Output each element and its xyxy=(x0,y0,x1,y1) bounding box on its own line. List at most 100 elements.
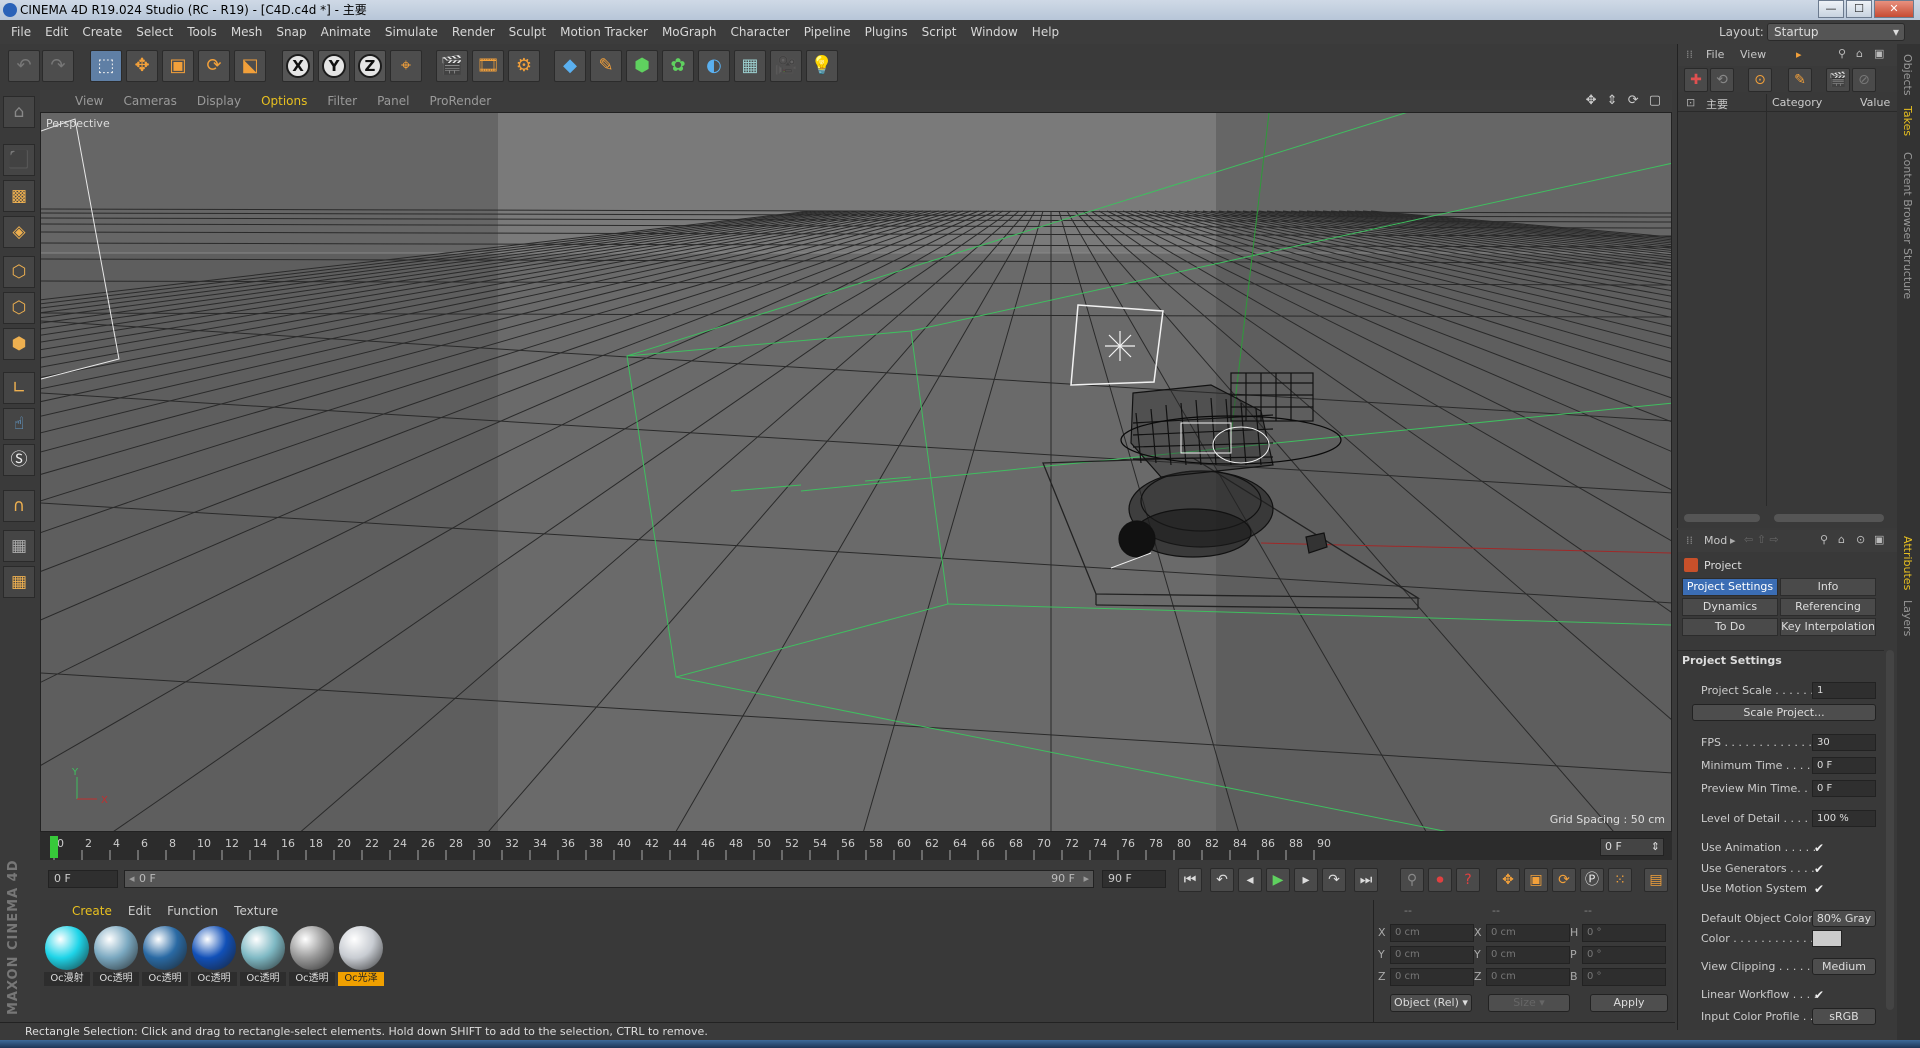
maximize-button[interactable]: ☐ xyxy=(1846,0,1872,18)
viewport-menu-cameras[interactable]: Cameras xyxy=(113,94,186,108)
y-axis-lock-button[interactable]: Y xyxy=(318,50,350,82)
attribute-dropdown[interactable]: Medium xyxy=(1812,958,1876,975)
menu-script[interactable]: Script xyxy=(915,20,964,44)
lock-icon[interactable]: ⌂ xyxy=(1856,47,1863,60)
polygons-mode-icon[interactable]: ⬢ xyxy=(3,328,35,360)
attribute-checkbox[interactable]: ✔ xyxy=(1814,862,1824,876)
take-render-icon[interactable]: 🎬 xyxy=(1826,68,1850,92)
subdivision-surface-icon[interactable]: ⬢ xyxy=(626,50,658,82)
timeline-window-icon[interactable]: ▤ xyxy=(1644,868,1668,892)
search-icon[interactable]: ⚲ xyxy=(1820,533,1828,546)
take-check-icon[interactable]: ⊡ xyxy=(1686,96,1695,109)
coord-rotation-field[interactable]: 0 ° xyxy=(1582,968,1666,986)
record-active-objects-icon[interactable]: ⚲ xyxy=(1400,868,1424,892)
material-item[interactable]: Oc透明 xyxy=(142,926,188,988)
menu-mesh[interactable]: Mesh xyxy=(224,20,270,44)
menu-help[interactable]: Help xyxy=(1025,20,1066,44)
close-button[interactable]: ✕ xyxy=(1874,0,1914,18)
tab-to-do[interactable]: To Do xyxy=(1682,618,1778,636)
material-menu-function[interactable]: Function xyxy=(159,904,226,918)
start-frame-field[interactable]: 0 F xyxy=(48,870,118,888)
material-item[interactable]: Oc光泽 xyxy=(338,926,384,988)
key-position-icon[interactable]: ✥ xyxy=(1496,868,1520,892)
tab-objects[interactable]: Objects xyxy=(1901,54,1914,96)
menu-render[interactable]: Render xyxy=(445,20,502,44)
texture-mode-icon[interactable]: ▩ xyxy=(3,180,35,212)
floor-icon[interactable]: ▦ xyxy=(734,50,766,82)
timeline-ruler[interactable]: 0 2 4 6 8 10 12 14 16 18 20 22 24 26 28 30 32 34 36 38 40 42 4… xyxy=(40,832,1672,860)
viewport-menu-filter[interactable]: Filter xyxy=(317,94,367,108)
edges-mode-icon[interactable]: ⬡ xyxy=(3,292,35,324)
keyframe-selection-icon[interactable]: ? xyxy=(1456,868,1480,892)
perspective-viewport[interactable]: Y X Perspective Grid Spacing : 50 cm xyxy=(40,112,1672,832)
menu-select[interactable]: Select xyxy=(129,20,180,44)
next-key-icon[interactable]: ↷ xyxy=(1322,868,1346,892)
menu-simulate[interactable]: Simulate xyxy=(378,20,445,44)
deformer-icon[interactable]: ◐ xyxy=(698,50,730,82)
settings-icon[interactable]: ⊙ xyxy=(1856,533,1865,546)
rectangle-select-icon[interactable]: ⬚ xyxy=(90,50,122,82)
tab-info[interactable]: Info xyxy=(1780,578,1876,596)
take-clone-icon[interactable]: ⟲ xyxy=(1710,68,1734,92)
viewport-menu-options[interactable]: Options xyxy=(251,94,317,108)
attribute-value-field[interactable]: 30 xyxy=(1812,734,1876,751)
menu-character[interactable]: Character xyxy=(723,20,796,44)
magnet-icon[interactable]: ∩ xyxy=(3,490,35,522)
coordinate-mode-dropdown[interactable]: Object (Rel) ▾ xyxy=(1390,994,1472,1012)
workplane-lock-icon[interactable]: ▦ xyxy=(3,530,35,562)
coord-rotation-field[interactable]: 0 ° xyxy=(1582,946,1666,964)
take-main-label[interactable]: 主要 xyxy=(1706,96,1728,112)
take-override-icon[interactable]: ⊙ xyxy=(1748,68,1772,92)
take-add-icon[interactable]: ✚ xyxy=(1684,68,1708,92)
tab-key-interpolation[interactable]: Key Interpolation xyxy=(1780,618,1876,636)
menu-motion-tracker[interactable]: Motion Tracker xyxy=(553,20,655,44)
back-icon[interactable]: ⇦ ⇧ ⇨ xyxy=(1744,533,1779,546)
menu-plugins[interactable]: Plugins xyxy=(858,20,915,44)
arrow-right-icon[interactable]: ▸ xyxy=(1796,48,1802,61)
tab-content-browser[interactable]: Content Browser xyxy=(1901,152,1914,244)
end-frame-field[interactable]: 90 F xyxy=(1102,870,1166,888)
coord-size-field[interactable]: 0 cm xyxy=(1486,924,1570,942)
move-icon[interactable]: ✥ xyxy=(126,50,158,82)
tab-layers[interactable]: Layers xyxy=(1901,600,1914,636)
coord-position-field[interactable]: 0 cm xyxy=(1390,924,1474,942)
attribute-value-field[interactable]: 1 xyxy=(1812,682,1876,699)
layout-dropdown[interactable]: Startup ▾ xyxy=(1767,23,1905,41)
attributes-vertical-scrollbar[interactable] xyxy=(1886,650,1894,1010)
tab-attributes[interactable]: Attributes xyxy=(1901,536,1914,590)
new-window-icon[interactable]: ▣ xyxy=(1874,47,1884,60)
objects-menu-view[interactable]: View xyxy=(1740,48,1766,61)
menu-create[interactable]: Create xyxy=(75,20,129,44)
menu-window[interactable]: Window xyxy=(963,20,1024,44)
attribute-checkbox[interactable]: ✔ xyxy=(1814,988,1824,1002)
model-mode-icon[interactable]: ⬛ xyxy=(3,144,35,176)
new-window-icon[interactable]: ▣ xyxy=(1874,533,1884,546)
material-item[interactable]: Oc漫射 xyxy=(44,926,90,988)
scale-project-button[interactable]: Scale Project... xyxy=(1692,704,1876,721)
tab-takes[interactable]: Takes xyxy=(1901,106,1914,136)
previous-key-icon[interactable]: ↶ xyxy=(1210,868,1234,892)
x-axis-lock-button[interactable]: X xyxy=(282,50,314,82)
take-auto-icon[interactable]: ✎ xyxy=(1788,68,1812,92)
key-parameter-icon[interactable]: Ⓟ xyxy=(1580,868,1604,892)
menu-sculpt[interactable]: Sculpt xyxy=(502,20,553,44)
render-settings-icon[interactable]: ⚙ xyxy=(508,50,540,82)
cloner-icon[interactable]: ✿ xyxy=(662,50,694,82)
attributes-scrollbar[interactable] xyxy=(1774,514,1884,522)
render-view-icon[interactable]: 🎬 xyxy=(436,50,468,82)
lock-icon[interactable]: ⌂ xyxy=(1838,533,1845,546)
viewport-menu-panel[interactable]: Panel xyxy=(367,94,419,108)
rotate-icon[interactable]: ⟳ xyxy=(198,50,230,82)
render-picture-viewer-icon[interactable]: 🎞 xyxy=(472,50,504,82)
material-item[interactable]: Oc透明 xyxy=(93,926,139,988)
coord-size-field[interactable]: 0 cm xyxy=(1486,946,1570,964)
make-editable-icon[interactable]: ⌂ xyxy=(3,96,35,128)
attribute-dropdown[interactable]: sRGB xyxy=(1812,1008,1876,1025)
live-select-icon[interactable]: ⬕ xyxy=(234,50,266,82)
attribute-value-field[interactable]: 0 F xyxy=(1812,757,1876,774)
viewport-menu-display[interactable]: Display xyxy=(187,94,251,108)
attribute-checkbox[interactable]: ✔ xyxy=(1814,882,1824,896)
apply-button[interactable]: Apply xyxy=(1590,994,1668,1012)
go-to-start-icon[interactable]: ⏮ xyxy=(1178,868,1202,892)
next-frame-icon[interactable]: ▸ xyxy=(1294,868,1318,892)
